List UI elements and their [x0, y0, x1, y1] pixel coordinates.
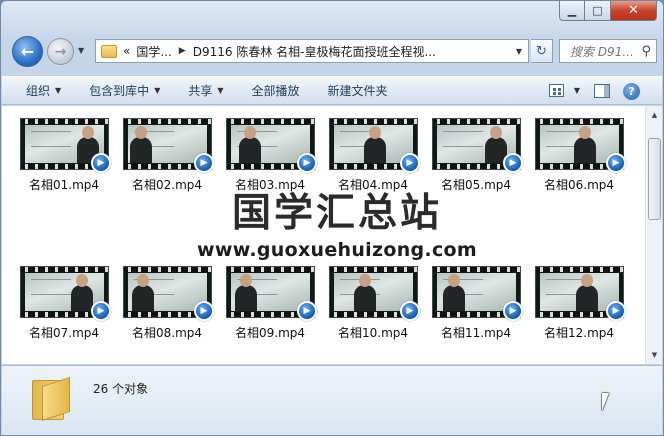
- include-in-library-menu[interactable]: 包含到库中 ▼: [89, 82, 160, 99]
- play-all-button[interactable]: 全部播放: [252, 82, 300, 99]
- forward-button[interactable]: →: [47, 38, 74, 65]
- media-player-icon: ▶: [194, 153, 214, 173]
- file-item[interactable]: ▶ 名相09.mp4: [222, 259, 318, 345]
- back-button[interactable]: ←: [12, 36, 43, 67]
- video-thumbnail: ▶: [535, 266, 626, 321]
- video-thumbnail: ▶: [329, 118, 420, 173]
- video-thumbnail: ▶: [123, 266, 214, 321]
- navigation-bar: ← → ▼ « 国学... ▶ D9116 陈春林 名相-皇极梅花面授班全程视.…: [9, 33, 657, 69]
- video-thumbnail: ▶: [432, 118, 523, 173]
- chevron-down-icon: ▼: [217, 86, 224, 95]
- file-item[interactable]: ▶ 名相01.mp4: [16, 111, 112, 197]
- file-item[interactable]: ▶ 名相06.mp4: [531, 111, 627, 197]
- search-placeholder: 搜索 D91...: [570, 44, 634, 59]
- file-name: 名相09.mp4: [234, 326, 306, 340]
- media-player-icon: ▶: [606, 301, 626, 321]
- file-item[interactable]: ▶ 名相02.mp4: [119, 111, 215, 197]
- file-name: 名相06.mp4: [543, 178, 615, 192]
- include-in-library-label: 包含到库中: [89, 84, 150, 98]
- chevron-down-icon: ▼: [55, 86, 62, 95]
- media-player-icon: ▶: [91, 153, 111, 173]
- command-bar: 组织 ▼ 包含到库中 ▼ 共享 ▼ 全部播放 新建文件夹 ▼ ?: [2, 76, 662, 105]
- breadcrumb-item-current[interactable]: D9116 陈春林 名相-皇极梅花面授班全程视...: [193, 43, 436, 60]
- file-name: 名相10.mp4: [337, 326, 409, 340]
- video-thumbnail: ▶: [535, 118, 626, 173]
- breadcrumb-separator-icon[interactable]: ▶: [179, 46, 186, 56]
- address-overflow[interactable]: «: [123, 44, 130, 58]
- file-name: 名相04.mp4: [337, 178, 409, 192]
- file-name: 名相08.mp4: [131, 326, 203, 340]
- explorer-window: ▁ □ ✕ ← → ▼ « 国学... ▶ D9116 陈春林 名相-皇极梅花面…: [0, 0, 664, 436]
- media-player-icon: ▶: [606, 153, 626, 173]
- folder-icon: [101, 44, 117, 58]
- file-list[interactable]: ▶ 名相01.mp4 ▶ 名相02.mp4 ▶ 名相03.mp4 ▶ 名相04.mp4 ▶ 名相0…: [2, 106, 662, 364]
- media-player-icon: ▶: [194, 301, 214, 321]
- file-item[interactable]: ▶ 名相11.mp4: [428, 259, 524, 345]
- share-label: 共享: [188, 84, 213, 98]
- file-name: 名相01.mp4: [28, 178, 100, 192]
- organize-label: 组织: [26, 84, 51, 98]
- preview-pane-icon[interactable]: [594, 84, 610, 98]
- new-folder-button[interactable]: 新建文件夹: [328, 82, 388, 99]
- details-pane: 26 个对象: [2, 365, 662, 435]
- file-name: 名相02.mp4: [131, 178, 203, 192]
- file-item[interactable]: ▶ 名相10.mp4: [325, 259, 421, 345]
- share-menu[interactable]: 共享 ▼: [188, 82, 223, 99]
- scroll-up-icon[interactable]: ▲: [647, 107, 662, 123]
- file-item[interactable]: ▶ 名相04.mp4: [325, 111, 421, 197]
- help-icon[interactable]: ?: [623, 83, 640, 100]
- address-bar[interactable]: « 国学... ▶ D9116 陈春林 名相-皇极梅花面授班全程视... ▼: [95, 39, 529, 63]
- media-player-icon: ▶: [297, 301, 317, 321]
- video-thumbnail: ▶: [20, 266, 111, 321]
- close-button[interactable]: ✕: [611, 1, 657, 21]
- minimize-button[interactable]: ▁: [559, 1, 585, 21]
- media-player-icon: ▶: [400, 153, 420, 173]
- maximize-button[interactable]: □: [585, 1, 611, 21]
- change-view-icon[interactable]: [549, 84, 564, 97]
- file-name: 名相03.mp4: [234, 178, 306, 192]
- file-item[interactable]: ▶ 名相08.mp4: [119, 259, 215, 345]
- search-input[interactable]: 搜索 D91... ⚲: [559, 39, 657, 63]
- file-name: 名相11.mp4: [440, 326, 512, 340]
- media-player-icon: ▶: [503, 153, 523, 173]
- view-options-dropdown-icon[interactable]: ▼: [574, 86, 580, 95]
- video-thumbnail: ▶: [20, 118, 111, 173]
- media-player-icon: ▶: [91, 301, 111, 321]
- new-folder-label: 新建文件夹: [327, 84, 388, 98]
- file-name: 名相05.mp4: [440, 178, 512, 192]
- window-controls: ▁ □ ✕: [559, 1, 657, 21]
- object-count: 26 个对象: [93, 382, 149, 396]
- scroll-down-icon[interactable]: ▼: [647, 347, 662, 363]
- scroll-thumb[interactable]: [648, 138, 661, 220]
- recent-pages-dropdown[interactable]: ▼: [78, 46, 84, 55]
- mouse-cursor-icon: [602, 393, 609, 411]
- file-name: 名相07.mp4: [28, 326, 100, 340]
- vertical-scrollbar[interactable]: ▲ ▼: [645, 106, 662, 364]
- video-thumbnail: ▶: [123, 118, 214, 173]
- video-thumbnail: ▶: [226, 266, 317, 321]
- video-thumbnail: ▶: [432, 266, 523, 321]
- media-player-icon: ▶: [503, 301, 523, 321]
- refresh-button[interactable]: ↻: [531, 39, 553, 63]
- file-item[interactable]: ▶ 名相12.mp4: [531, 259, 627, 345]
- chevron-down-icon: ▼: [154, 86, 161, 95]
- search-icon[interactable]: ⚲: [641, 44, 651, 59]
- media-player-icon: ▶: [400, 301, 420, 321]
- address-dropdown-icon[interactable]: ▼: [510, 40, 528, 62]
- file-item[interactable]: ▶ 名相03.mp4: [222, 111, 318, 197]
- media-player-icon: ▶: [297, 153, 317, 173]
- file-name: 名相12.mp4: [543, 326, 615, 340]
- file-item[interactable]: ▶ 名相07.mp4: [16, 259, 112, 345]
- file-item[interactable]: ▶ 名相05.mp4: [428, 111, 524, 197]
- play-all-label: 全部播放: [251, 84, 300, 98]
- organize-menu[interactable]: 组织 ▼: [26, 82, 61, 99]
- video-thumbnail: ▶: [226, 118, 317, 173]
- folder-icon: [32, 376, 72, 421]
- video-thumbnail: ▶: [329, 266, 420, 321]
- breadcrumb-item[interactable]: 国学...: [136, 43, 171, 60]
